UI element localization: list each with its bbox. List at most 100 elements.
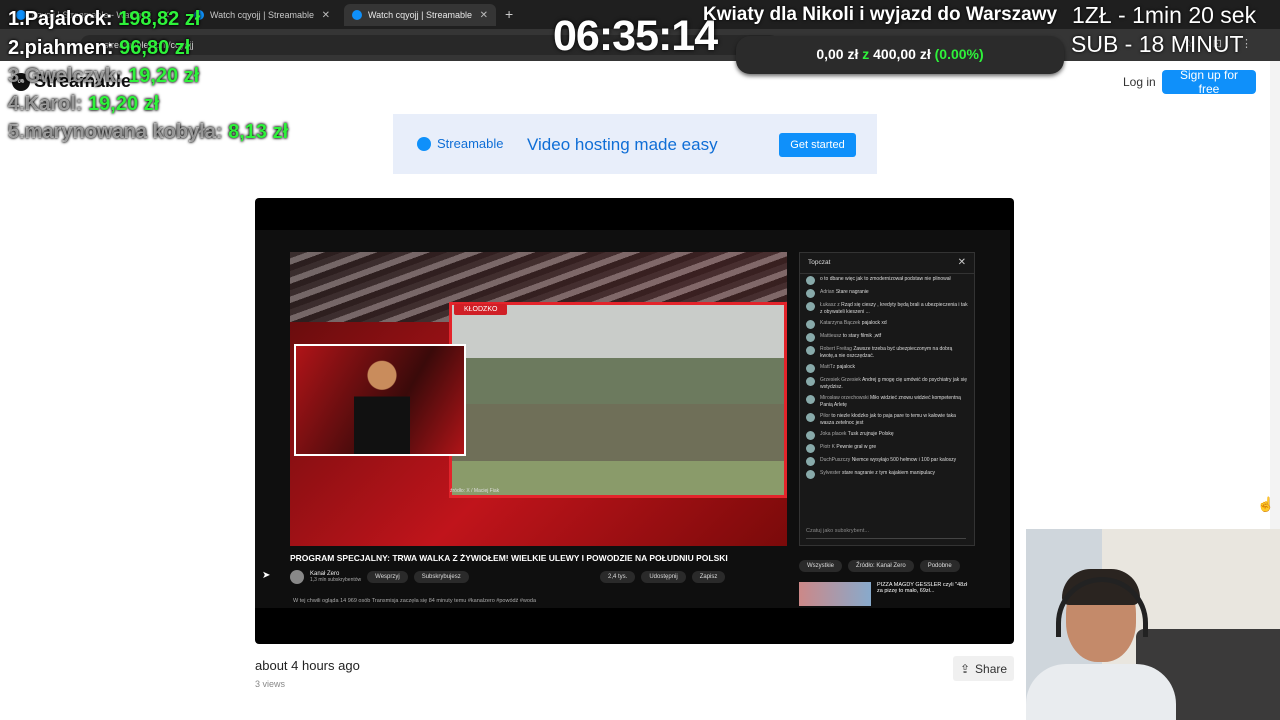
flood-scene [449,302,787,498]
new-tab-icon[interactable]: + [505,6,513,22]
tab-favicon-icon [352,10,362,20]
chat-avatar [806,470,815,479]
donation-goal-text: 0,00 zł z 400,00 zł (0.00%) [736,46,1064,62]
chat-message: Piotr K Pewnie grał w gre [800,442,974,455]
chip-similar[interactable]: Podobne [919,560,960,572]
chat-message: Pilor to niezle kłodzko jak to paja pare… [800,411,974,429]
stream-title: PROGRAM SPECJALNY: TRWA WALKA Z ŻYWIOŁEM… [290,553,728,563]
chat-avatar [806,457,815,466]
streamer-webcam [1026,529,1280,720]
share-label: Share [975,661,1008,676]
upload-time: about 4 hours ago [255,658,360,673]
channel-avatar[interactable] [290,570,304,584]
donation-goal-title: Kwiaty dla Nikoli i wyjazd do Warszawy [703,4,1058,25]
chat-user: Łukasz z [820,302,840,308]
chat-user: Sylvester [820,470,841,476]
donor-amount: 96,80 zł [119,37,191,59]
chat-avatar [806,444,815,453]
chat-user: Katarzyna Bączek [820,320,861,326]
chip-source[interactable]: Źródło: Kanał Zero [848,560,914,572]
close-tab-icon[interactable]: ✕ [480,10,488,21]
share-video-button[interactable]: Udostępnij [641,571,686,583]
chat-avatar [806,377,815,386]
chat-text: o to dbane więc jak to zmodernizował pod… [820,276,951,282]
donor-name: 5.marynowana kobyła: [8,121,223,143]
channel-row: Kanał Zero 1,3 mln subskrybentów Wesprzy… [290,570,469,584]
chat-messages: o to dbane więc jak to zmodernizował pod… [800,274,974,481]
location-tag: KŁODZKO [454,304,508,315]
get-started-button[interactable]: Get started [779,133,856,157]
view-count: 3 views [255,679,286,689]
leaderboard-entry: 5.marynowana kobyła: 8,13 zł [8,121,288,144]
chat-user: Robert Freitag [820,346,852,352]
chat-text: Tusk zrujnuje Polskę [847,431,894,437]
share-icon: ⇪ [959,661,971,676]
chat-text: to niezle kłodzko jak to paja pare to te… [820,413,956,426]
broadcast-stage: KŁODZKO źródło: X / Maciej Fiak [290,252,787,546]
banner-logo: Streamable [417,136,503,151]
goal-separator: z [862,46,870,62]
recommended-video[interactable]: PIZZA MAGDY GESSLER czyli "48zł za pizzę… [799,582,973,606]
chat-user: Adrian [820,289,835,295]
chat-text: to stary filmik ,wtf [842,333,882,339]
browser-tab[interactable]: Watch cqyojj | Streamable ✕ [186,4,338,26]
streamable-logo-icon [417,136,431,151]
chat-message: Mirosław orzechowski Miło widzieć znowu … [800,393,974,411]
chat-avatar [806,276,815,285]
recommended-thumbnail [799,582,871,606]
like-button[interactable]: 2,4 tys. [600,571,636,583]
subscribe-button[interactable]: Subskrybujesz [413,571,469,583]
donor-name: 3.Gwelczyk: [8,65,123,87]
rate-info-sub: SUB - 18 MINUT [1071,31,1244,57]
browser-tab-active[interactable]: Watch cqyojj | Streamable ✕ [344,4,496,26]
chat-message: Łukasz z Rząd się cieszy , kredyty będą … [800,300,974,318]
chat-user: Pilor [820,413,831,419]
chat-text: Niemce wysyłajo 500 hełmow i 100 par kal… [851,457,957,463]
banner-tagline: Video hosting made easy [527,135,718,154]
video-player[interactable]: KŁODZKO źródło: X / Maciej Fiak PROGRAM … [255,198,1014,644]
chat-text: pajalock xd [861,320,887,326]
video-frame: KŁODZKO źródło: X / Maciej Fiak PROGRAM … [255,230,1010,608]
chat-avatar [806,395,815,404]
related-chips: Wszystkie Źródło: Kanał Zero Podobne [799,560,960,572]
tab-label: Watch cqyojj | Streamable [210,10,315,20]
chat-message: MattTz pajalock [800,362,974,375]
webcam-body [1026,664,1176,720]
leaderboard-entry: 3.Gwelczyk: 19,20 zł [8,65,199,88]
donor-name: 1.Pajalock: [8,8,113,30]
hand-cursor-icon: ☝ [1257,496,1275,512]
donation-goal-bar: 0,00 zł z 400,00 zł (0.00%) [736,36,1064,74]
channel-subs: 1,3 mln subskrybentów [310,577,362,583]
chat-avatar [806,364,815,373]
goal-current: 0,00 zł [816,46,859,62]
chat-input[interactable]: Czatuj jako subskrybent... [806,524,966,539]
goal-percent: (0.00%) [934,46,984,62]
chat-message: Grzesiek Grzesiek Andrej g mogę cię umów… [800,375,974,393]
leaderboard-entry: 4.Karol: 19,20 zł [8,93,159,116]
save-button[interactable]: Zapisz [691,571,726,583]
chat-avatar [806,289,815,298]
chat-message: Robert Freitag Zawsze trzeba być ubezpie… [800,344,974,362]
chat-user: Mirosław orzechowski [820,395,869,401]
live-chat: Topczat ✕ o to dbane więc jak to zmodern… [799,252,975,546]
chat-text: Pewnie grał w gre [836,444,877,450]
chat-avatar [806,302,815,311]
close-chat-icon[interactable]: ✕ [958,253,966,273]
login-link[interactable]: Log in [1123,75,1156,89]
goal-target: 400,00 zł [873,46,931,62]
donor-name: 2.piahmen: [8,37,114,59]
leaderboard-entry: 1.Pajalock: 198,82 zł [8,8,200,31]
support-button[interactable]: Wesprzyj [367,571,408,583]
chat-header: Topczat ✕ [800,253,974,274]
signup-button[interactable]: Sign up for free [1162,68,1256,96]
chat-avatar [806,413,815,422]
promo-banner[interactable]: Streamable Video hosting made easy Get s… [393,114,877,174]
close-tab-icon[interactable]: ✕ [322,10,330,21]
chat-text: stare nagranie z tym kajakiem manipulacy [841,470,936,476]
share-button[interactable]: ⇪ Share [953,656,1014,681]
chip-all[interactable]: Wszystkie [799,560,842,572]
host-cam [294,344,466,456]
chat-title[interactable]: Topczat [808,259,830,266]
chat-message: Mattieusz to stary filmik ,wtf [800,331,974,344]
mouse-pointer-icon: ➤ [262,570,271,581]
